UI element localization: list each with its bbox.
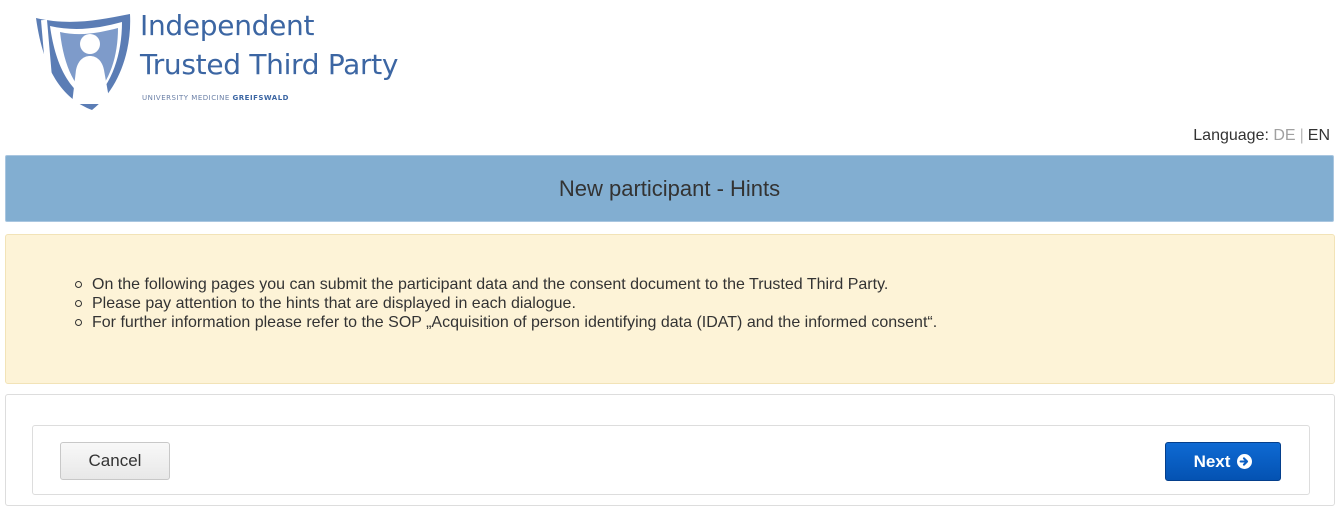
brand-subtitle: UNIVERSITY MEDICINE GREIFSWALD (142, 94, 289, 102)
language-label: Language: (1193, 127, 1269, 144)
brand-subtitle-regular: UNIVERSITY MEDICINE (142, 94, 233, 102)
arrow-circle-right-icon (1237, 454, 1253, 469)
hint-item: On the following pages you can submit th… (74, 275, 937, 294)
shield-person-logo-icon (36, 14, 131, 112)
language-option-de[interactable]: DE (1273, 127, 1295, 144)
language-option-en[interactable]: EN (1308, 127, 1330, 144)
hint-item: For further information please refer to … (74, 314, 938, 331)
hints-panel: On the following pages you can submit th… (5, 234, 1335, 384)
brand-title-line2: Trusted Third Party (140, 48, 399, 81)
hint-item: Please pay attention to the hints that a… (74, 294, 937, 313)
action-toolbar: Cancel Next (32, 425, 1310, 495)
next-button[interactable]: Next (1165, 442, 1281, 481)
brand-subtitle-bold: GREIFSWALD (232, 94, 289, 102)
header: Independent Trusted Third Party UNIVERSI… (30, 8, 530, 112)
language-switcher: Language: DE | EN (1193, 127, 1330, 145)
page-title: New participant - Hints (558, 175, 781, 201)
action-panel: Cancel Next (5, 394, 1335, 506)
hints-list: On the following pages you can submit th… (74, 275, 938, 332)
next-button-label: Next (1193, 451, 1231, 471)
page-title-bar: New participant - Hints (5, 155, 1334, 222)
brand-title-line1: Independent (140, 9, 315, 42)
language-separator: | (1299, 127, 1304, 144)
cancel-button[interactable]: Cancel (60, 442, 170, 480)
